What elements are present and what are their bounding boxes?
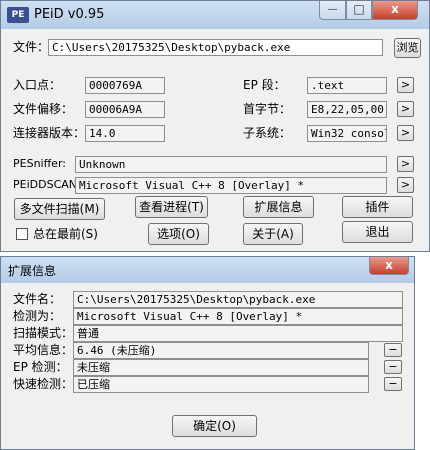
ep-check-detail-button[interactable]: − <box>384 360 402 374</box>
peiddscan-arrow-button[interactable]: > <box>397 177 414 193</box>
subsystem-field: Win32 console <box>307 125 387 142</box>
entropy-label: 平均信息： <box>13 343 74 357</box>
ep-section-label: EP 段： <box>243 78 286 92</box>
entropy-field: 6.46 (未压缩) <box>73 342 369 359</box>
detected-as-label: 检测为： <box>13 309 62 323</box>
always-on-top-label: 总在最前(S) <box>33 227 98 241</box>
first-bytes-field: E8,22,05,00 <box>307 101 387 118</box>
linker-version-label: 连接器版本： <box>13 126 86 140</box>
options-button[interactable]: 选项(O) <box>148 223 209 245</box>
subsystem-label: 子系统： <box>243 126 292 140</box>
main-title-bar[interactable]: PE PEiD v0.95 — □ x <box>1 1 429 29</box>
pesniffer-arrow-button[interactable]: > <box>397 156 414 172</box>
file-label: 文件： <box>13 40 50 54</box>
ep-section-field: .text <box>307 77 387 94</box>
exit-button[interactable]: 退出 <box>342 221 413 243</box>
detected-as-field: Microsoft Visual C++ 8 [Overlay] * <box>73 308 403 325</box>
peiddscan-label: PEiDDSCAN: <box>13 178 81 191</box>
extended-info-window: 扩展信息 x 文件名： C:\Users\20175325\Desktop\py… <box>0 256 415 450</box>
entry-point-field: 0000769A <box>85 77 165 94</box>
scan-mode-field: 普通 <box>73 325 403 342</box>
first-bytes-label: 首字节： <box>243 102 292 116</box>
about-button[interactable]: 关于(A) <box>243 223 303 245</box>
peid-logo-icon: PE <box>7 7 29 23</box>
ext-close-button[interactable]: x <box>369 257 409 275</box>
peid-main-window: PE PEiD v0.95 — □ x 文件： C:\Users\2017532… <box>0 0 430 252</box>
ext-window-title: 扩展信息 <box>8 264 57 278</box>
extended-info-button[interactable]: 扩展信息 <box>243 196 314 218</box>
fast-check-field: 已压缩 <box>73 376 369 393</box>
ep-section-arrow-button[interactable]: > <box>397 77 414 93</box>
linker-version-field: 14.0 <box>85 125 165 142</box>
multi-file-scan-button[interactable]: 多文件扫描(M) <box>14 198 105 220</box>
fast-check-detail-button[interactable]: − <box>384 377 402 391</box>
close-button[interactable]: x <box>372 1 418 20</box>
ext-title-bar[interactable]: 扩展信息 x <box>1 257 414 283</box>
browse-button[interactable]: 浏览 <box>394 38 421 58</box>
scan-mode-label: 扫描模式： <box>13 326 74 340</box>
pesniffer-field: Unknown <box>75 156 387 173</box>
ep-check-field: 未压缩 <box>73 359 369 376</box>
ep-check-label: EP 检测： <box>13 360 68 374</box>
maximize-button[interactable]: □ <box>346 1 372 20</box>
ext-file-label: 文件名： <box>13 292 62 306</box>
window-title: PEiD v0.95 <box>34 7 105 22</box>
ok-button[interactable]: 确定(O) <box>172 415 257 437</box>
view-process-button[interactable]: 查看进程(T) <box>135 196 208 218</box>
entropy-detail-button[interactable]: − <box>384 343 402 357</box>
always-on-top-checkbox[interactable] <box>16 228 28 240</box>
first-bytes-arrow-button[interactable]: > <box>397 101 414 117</box>
peiddscan-field: Microsoft Visual C++ 8 [Overlay] * <box>75 177 387 194</box>
entry-point-label: 入口点： <box>13 78 62 92</box>
plugins-button[interactable]: 插件 <box>342 196 413 218</box>
ext-file-field: C:\Users\20175325\Desktop\pyback.exe <box>73 291 403 308</box>
subsystem-arrow-button[interactable]: > <box>397 125 414 141</box>
minimize-button[interactable]: — <box>319 1 346 20</box>
pesniffer-label: PESniffer: <box>13 157 66 170</box>
file-offset-field: 00006A9A <box>85 101 165 118</box>
file-offset-label: 文件偏移： <box>13 102 74 116</box>
fast-check-label: 快速检测： <box>13 377 74 391</box>
file-path-field[interactable]: C:\Users\20175325\Desktop\pyback.exe <box>48 39 383 56</box>
